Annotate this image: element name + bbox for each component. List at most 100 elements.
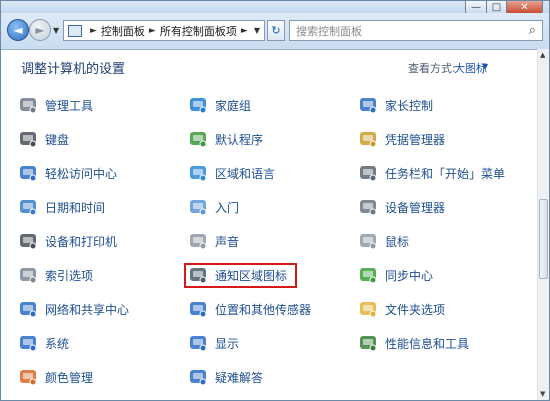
control-panel-item[interactable]: 鼠标: [357, 229, 409, 253]
control-panel-item[interactable]: 同步中心: [357, 263, 433, 287]
performance-icon: [357, 332, 379, 354]
scroll-thumb[interactable]: [539, 199, 548, 279]
control-panel-item[interactable]: 家庭组: [187, 93, 251, 117]
item-label: 默认程序: [215, 132, 264, 147]
vertical-scrollbar[interactable]: ▲ ▼: [537, 49, 549, 400]
item-label: 区域和语言: [215, 166, 276, 181]
sound-icon: [187, 230, 209, 252]
item-label: 入门: [215, 200, 240, 215]
control-panel-item[interactable]: 键盘: [17, 127, 69, 151]
item-label: 通知区域图标: [215, 268, 288, 283]
item-label: 轻松访问中心: [45, 166, 118, 181]
item-label: 疑难解答: [215, 370, 264, 385]
notification-area-icon: [187, 264, 209, 286]
control-panel-item[interactable]: 通知区域图标: [187, 263, 287, 287]
item-label: 管理工具: [45, 98, 94, 113]
item-label: 系统: [45, 336, 70, 351]
devices-printers-icon: [17, 230, 39, 252]
homegroup-icon: [187, 94, 209, 116]
admin-tools-icon: [17, 94, 39, 116]
item-label: 家长控制: [385, 98, 434, 113]
chevron-right-icon[interactable]: ►: [149, 26, 156, 36]
mouse-icon: [357, 230, 379, 252]
chevron-right-icon[interactable]: ►: [241, 26, 248, 36]
control-panel-item[interactable]: 管理工具: [17, 93, 93, 117]
control-panel-item[interactable]: 颜色管理: [17, 365, 93, 389]
parental-controls-icon: [357, 94, 379, 116]
date-time-icon: [17, 196, 39, 218]
control-panel-item[interactable]: 显示: [187, 331, 239, 355]
system-icon: [17, 332, 39, 354]
search-placeholder: 搜索控制面板: [296, 24, 362, 38]
control-panel-item[interactable]: 凭据管理器: [357, 127, 445, 151]
scroll-down-icon[interactable]: ▼: [540, 390, 545, 398]
control-panel-window: — □ ✕ ◄ ► ▼ ► 控制面板 ► 所有控制面板项 ► ▼ ↻ 搜索控制面…: [0, 0, 550, 401]
region-language-icon: [187, 162, 209, 184]
control-panel-item[interactable]: 性能信息和工具: [357, 331, 469, 355]
page-title: 调整计算机的设置: [21, 62, 126, 77]
default-programs-icon: [187, 128, 209, 150]
item-label: 文件夹选项: [385, 302, 446, 317]
credential-manager-icon: [357, 128, 379, 150]
control-panel-item[interactable]: 位置和其他传感器: [187, 297, 311, 321]
refresh-button[interactable]: ↻: [267, 20, 285, 41]
item-label: 性能信息和工具: [385, 336, 470, 351]
network-sharing-icon: [17, 298, 39, 320]
control-panel-item[interactable]: 网络和共享中心: [17, 297, 129, 321]
getting-started-icon: [187, 196, 209, 218]
search-icon[interactable]: ⌕: [529, 23, 536, 38]
sync-center-icon: [357, 264, 379, 286]
item-label: 网络和共享中心: [45, 302, 130, 317]
title-bar: — □ ✕: [1, 1, 549, 15]
control-panel-item[interactable]: 疑难解答: [187, 365, 263, 389]
breadcrumb-all-items[interactable]: 所有控制面板项: [160, 23, 237, 39]
control-panel-icon: [68, 24, 82, 37]
control-panel-item[interactable]: 设备和打印机: [17, 229, 117, 253]
chevron-down-icon[interactable]: ▼: [254, 26, 260, 35]
address-bar[interactable]: ► 控制面板 ► 所有控制面板项 ► ▼: [63, 20, 265, 41]
navigation-bar: ◄ ► ▼ ► 控制面板 ► 所有控制面板项 ► ▼ ↻ 搜索控制面板 ⌕: [1, 13, 549, 50]
display-icon: [187, 332, 209, 354]
item-label: 设备和打印机: [45, 234, 118, 249]
view-by-label: 查看方式:: [408, 62, 456, 75]
control-panel-item[interactable]: 默认程序: [187, 127, 263, 151]
back-button[interactable]: ◄: [7, 19, 29, 41]
recent-pages-dropdown[interactable]: ▼: [53, 26, 59, 35]
item-label: 家庭组: [215, 98, 252, 113]
item-label: 日期和时间: [45, 200, 106, 215]
control-panel-item[interactable]: 区域和语言: [187, 161, 275, 185]
item-label: 索引选项: [45, 268, 94, 283]
keyboard-icon: [17, 128, 39, 150]
control-panel-item[interactable]: 家长控制: [357, 93, 433, 117]
troubleshooting-icon: [187, 366, 209, 388]
item-label: 鼠标: [385, 234, 410, 249]
item-label: 同步中心: [385, 268, 434, 283]
control-panel-item[interactable]: 入门: [187, 195, 239, 219]
control-panel-item[interactable]: 系统: [17, 331, 69, 355]
item-label: 声音: [215, 234, 240, 249]
search-box[interactable]: 搜索控制面板 ⌕: [289, 20, 543, 41]
scroll-up-icon[interactable]: ▲: [540, 51, 545, 59]
control-panel-item[interactable]: 轻松访问中心: [17, 161, 117, 185]
control-panel-item[interactable]: 文件夹选项: [357, 297, 445, 321]
item-label: 显示: [215, 336, 240, 351]
item-label: 设备管理器: [385, 200, 446, 215]
breadcrumb-control-panel[interactable]: 控制面板: [101, 23, 145, 39]
item-label: 凭据管理器: [385, 132, 446, 147]
chevron-right-icon[interactable]: ►: [90, 26, 97, 36]
control-panel-item[interactable]: 声音: [187, 229, 239, 253]
folder-options-icon: [357, 298, 379, 320]
forward-button[interactable]: ►: [29, 19, 51, 41]
location-sensors-icon: [187, 298, 209, 320]
control-panel-item[interactable]: 索引选项: [17, 263, 93, 287]
ease-of-access-icon: [17, 162, 39, 184]
color-management-icon: [17, 366, 39, 388]
item-label: 键盘: [45, 132, 70, 147]
taskbar-start-icon: [357, 162, 379, 184]
device-manager-icon: [357, 196, 379, 218]
indexing-icon: [17, 264, 39, 286]
control-panel-item[interactable]: 设备管理器: [357, 195, 445, 219]
control-panel-item[interactable]: 任务栏和「开始」菜单: [357, 161, 505, 185]
control-panel-item[interactable]: 日期和时间: [17, 195, 105, 219]
chevron-down-icon[interactable]: ▼: [482, 62, 488, 71]
